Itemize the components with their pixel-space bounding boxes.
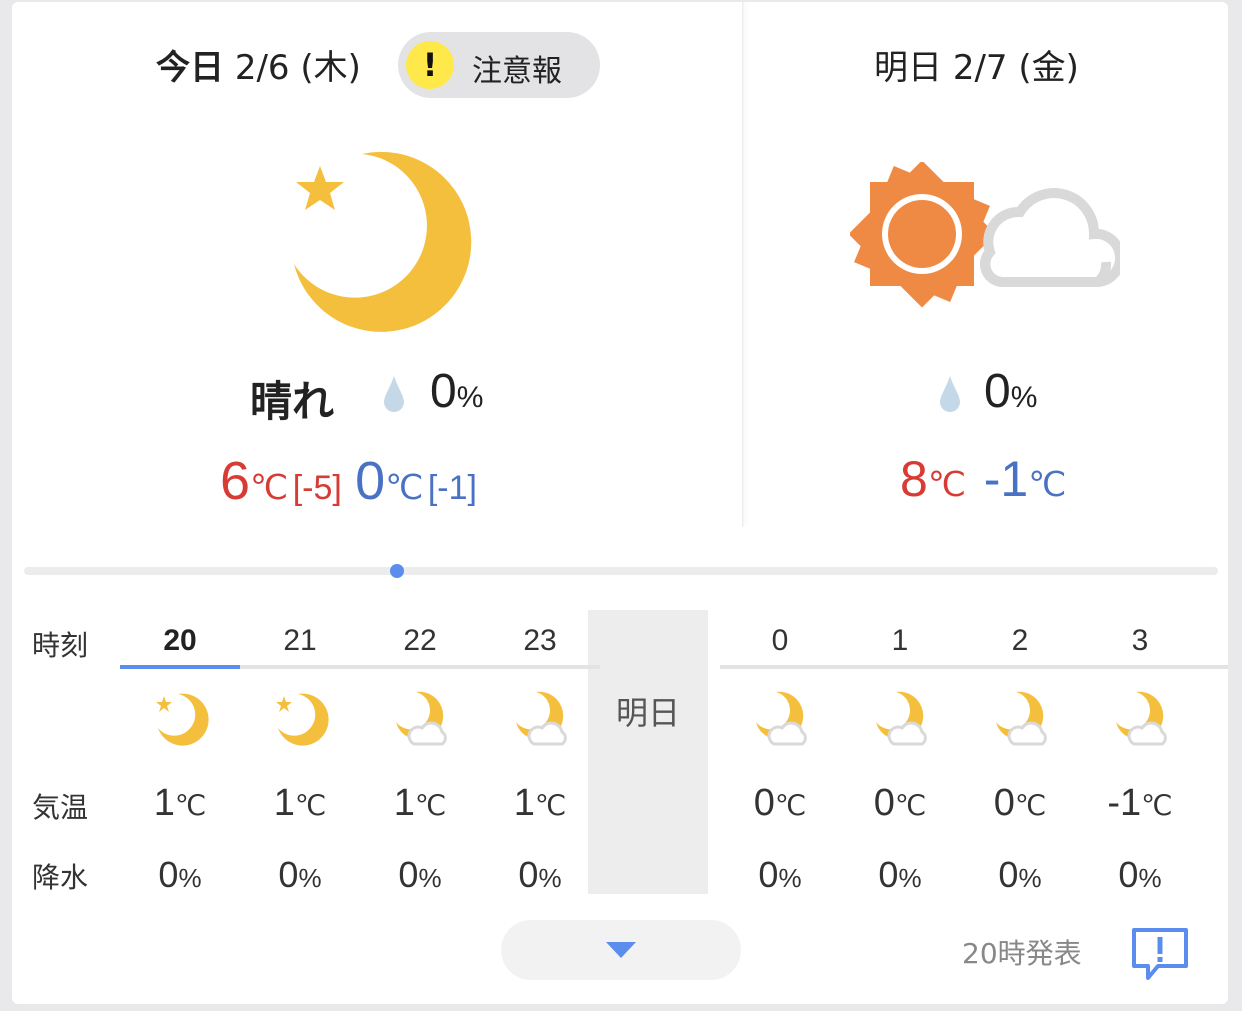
expand-button[interactable] (501, 920, 741, 980)
chevron-down-icon (606, 942, 636, 958)
tomorrow-high-unit: ℃ (927, 466, 966, 504)
moon-cloud-icon (1116, 691, 1167, 746)
hour-weather-icon (270, 688, 330, 752)
moon-cloud-icon (516, 691, 567, 746)
hourly-scroll-track[interactable] (24, 567, 1218, 575)
today-temps: 6℃ [-5] 0℃ [-1] (220, 450, 477, 512)
hour-weather-icon (510, 688, 570, 752)
hour-weather-icon (150, 688, 210, 752)
hour-weather-icon (990, 688, 1050, 752)
hour-underline (480, 665, 600, 669)
hour-temp: 0℃ (873, 782, 927, 824)
moon-star-icon (156, 693, 209, 746)
hour-weather-icon (750, 688, 810, 752)
hour-column: 21 1℃ 0% (240, 610, 360, 895)
tomorrow-pop: 0% (984, 365, 1038, 418)
hour-label[interactable]: 2 (960, 624, 1080, 658)
hour-column: 20 1℃ 0% (120, 610, 240, 895)
hour-column: 0 0℃ 0% (720, 610, 840, 895)
hour-underline (960, 665, 1080, 669)
hour-pop: 0% (518, 854, 562, 895)
hour-column: 2 0℃ 0% (960, 610, 1080, 895)
hour-temp: -1℃ (1107, 782, 1173, 824)
hour-temp: 1℃ (393, 782, 447, 824)
moon-star-icon (294, 151, 472, 332)
hour-underline (120, 665, 240, 669)
hour-label[interactable]: 1 (840, 624, 960, 658)
hour-underline (1200, 665, 1228, 669)
hour-label[interactable]: 22 (360, 624, 480, 658)
today-low: 0 (355, 451, 386, 511)
moon-cloud-icon (396, 691, 447, 746)
hour-label[interactable]: 0 (720, 624, 840, 658)
moon-cloud-icon (756, 691, 807, 746)
hour-underline (720, 665, 840, 669)
raindrop-icon (384, 376, 404, 412)
hour-column: 23 1℃ 0% (480, 610, 600, 895)
hour-label[interactable]: 3 (1080, 624, 1200, 658)
tomorrow-high: 8 (900, 451, 928, 507)
hour-pop: 0% (878, 854, 922, 895)
today-condition: 晴れ (250, 377, 335, 426)
tomorrow-low-unit: ℃ (1028, 466, 1067, 504)
weather-card: 今日 2/6 (木) ! 注意報 晴れ 0% 6℃ [-5] 0℃ [-1] 明… (12, 2, 1228, 1004)
hour-pop: 0% (398, 854, 442, 895)
hour-label[interactable]: 23 (480, 624, 600, 658)
hour-temp: 1℃ (153, 782, 207, 824)
hour-underline (240, 665, 360, 669)
hourly-forecast[interactable]: 明日 20 1℃ 0% 21 1℃ 0% 22 1℃ 0% 23 1℃ 0% 0 0℃ 0% 1 0℃ 0% 2 0℃… (108, 610, 1228, 895)
today-low-unit: ℃ (385, 469, 424, 507)
hour-underline (840, 665, 960, 669)
hour-pop: 0% (1118, 854, 1162, 895)
moon-star-icon (276, 693, 329, 746)
hour-weather-icon (1110, 688, 1170, 752)
hour-temp: 0℃ (753, 782, 807, 824)
hour-pop: 0% (758, 854, 802, 895)
today-pop: 0% (430, 365, 484, 418)
today-high-diff: [-5] (292, 469, 342, 507)
today-high-unit: ℃ (250, 469, 289, 507)
raindrop-icon (940, 376, 960, 412)
hour-temp: 0℃ (993, 782, 1047, 824)
tomorrow-low: -1 (983, 451, 1029, 507)
hourly-scroll-knob[interactable] (390, 564, 404, 578)
hour-label[interactable]: 21 (240, 624, 360, 658)
pop-row-label: 降水 (32, 861, 89, 894)
today-condition-row: 晴れ 0% (12, 364, 742, 426)
today-title: 今日 2/6 (木) (156, 48, 361, 88)
hour-underline (360, 665, 480, 669)
hour-temp: 1℃ (273, 782, 327, 824)
tomorrow-temps: 8℃ -1℃ (900, 450, 1066, 508)
warning-label: 注意報 (472, 54, 562, 89)
today-high: 6 (220, 451, 251, 511)
moon-cloud-icon (876, 691, 927, 746)
hour-column: 1 0℃ 0% (840, 610, 960, 895)
moon-cloud-icon (996, 691, 1047, 746)
hour-label[interactable]: 20 (120, 624, 240, 658)
hour-temp: 1℃ (513, 782, 567, 824)
today-low-diff: [-1] (427, 469, 477, 507)
sun-cloud-icon (850, 162, 1120, 308)
temp-row-label: 気温 (32, 791, 89, 824)
hour-pop: 0% (278, 854, 322, 895)
time-row-label: 時刻 (32, 629, 89, 662)
warning-icon: ! (406, 41, 454, 89)
column-divider (742, 2, 744, 527)
tomorrow-title: 明日 2/7 (金) (874, 48, 1079, 88)
tomorrow-condition-row: 0% (744, 364, 1228, 424)
hour-underline (1080, 665, 1200, 669)
hour-weather-icon (390, 688, 450, 752)
warning-badge[interactable]: ! 注意報 (398, 32, 600, 98)
feedback-icon[interactable] (1130, 926, 1190, 982)
hour-weather-icon (870, 688, 930, 752)
hour-pop: 0% (158, 854, 202, 895)
issued-time: 20時発表 (962, 937, 1082, 970)
tomorrow-separator-label: 明日 (615, 694, 680, 732)
hour-pop: 0% (998, 854, 1042, 895)
tomorrow-separator: 明日 (588, 610, 708, 894)
hour-column: 22 1℃ 0% (360, 610, 480, 895)
hour-column: 3 -1℃ 0% (1080, 610, 1200, 895)
